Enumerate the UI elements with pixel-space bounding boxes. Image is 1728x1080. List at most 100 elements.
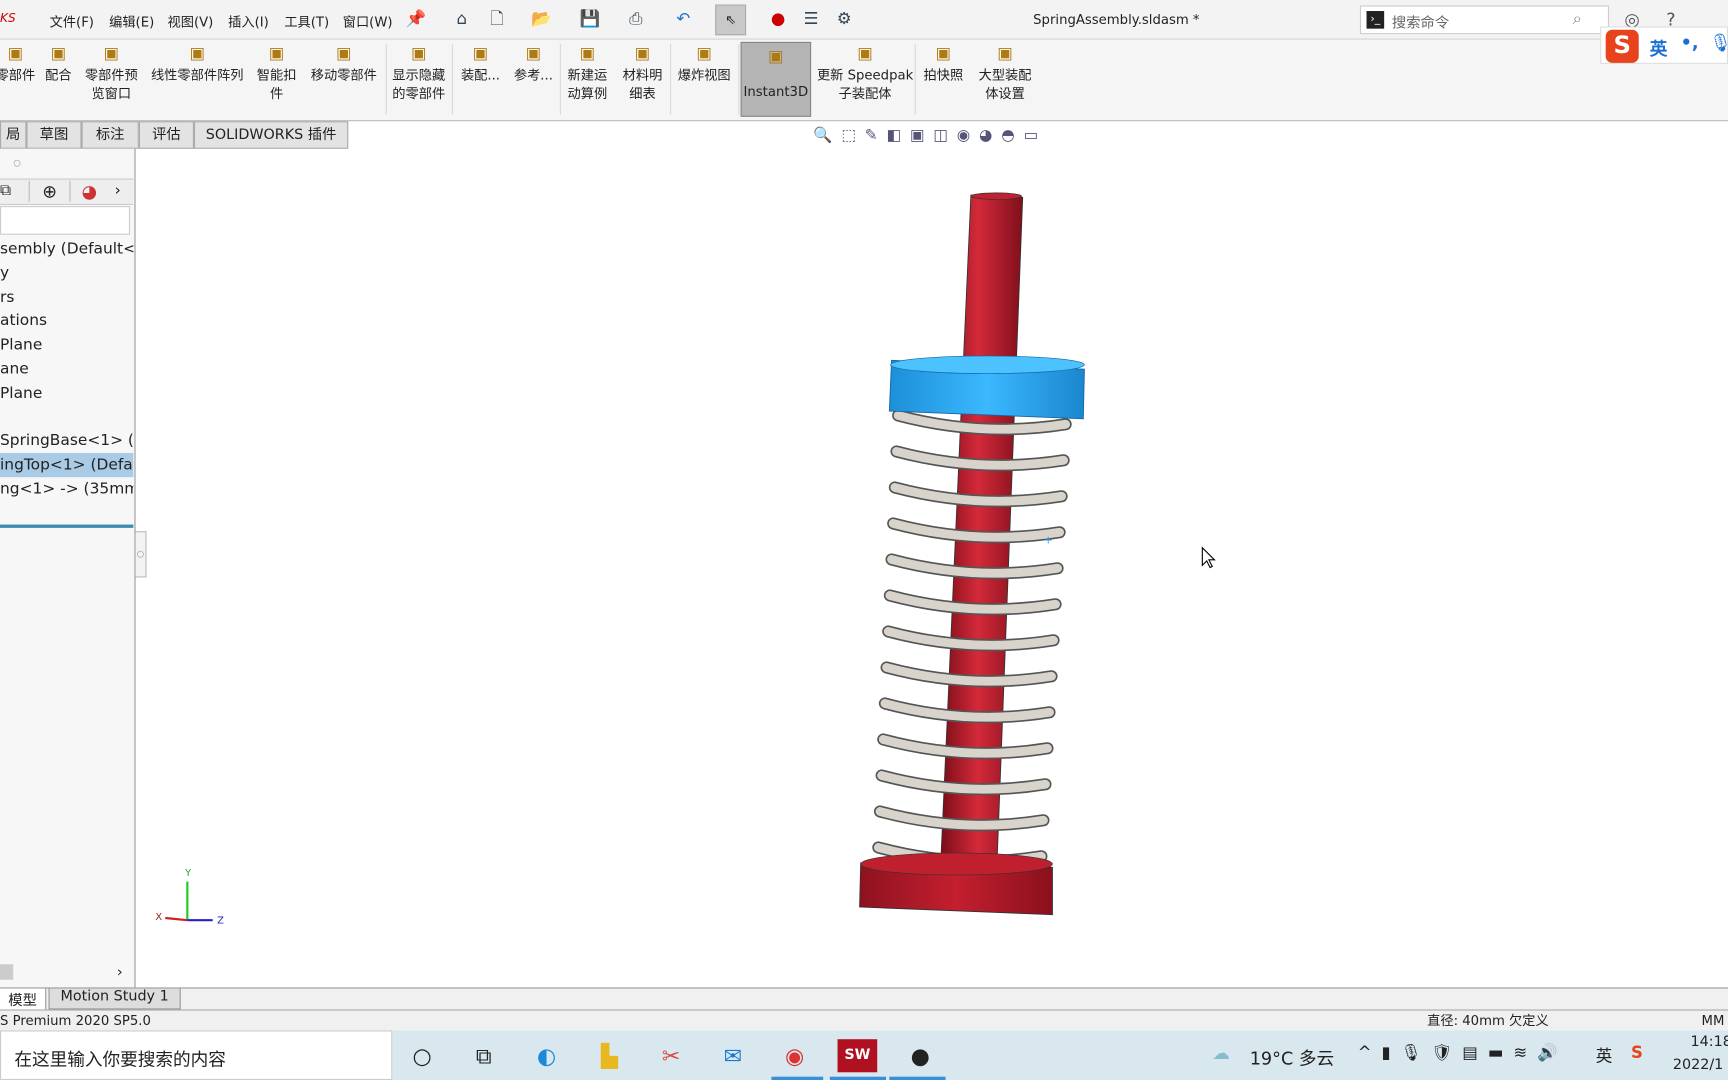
- horizontal-scrollbar[interactable]: [0, 964, 14, 980]
- tray-ime[interactable]: 英: [1596, 1044, 1613, 1067]
- bom-icon: ▣: [634, 42, 651, 63]
- tab-motion-study-1[interactable]: Motion Study 1: [48, 988, 181, 1010]
- ribbon-camera-button[interactable]: ▣ 拍快照: [921, 40, 965, 119]
- heads-up-view-toolbar[interactable]: 🔍⬚✎◧▣◫◉◕◓▭: [813, 127, 1047, 145]
- tree-item[interactable]: sembly (Default<D: [0, 237, 133, 261]
- ime-toolbar[interactable]: S 英 •, 🎙: [1600, 26, 1728, 64]
- config-manager-icon[interactable]: ⧉: [0, 182, 26, 200]
- edit-appearance-icon[interactable]: ◕: [979, 127, 1001, 145]
- ribbon-label: 配合: [45, 67, 72, 83]
- chrome-icon[interactable]: ◉: [778, 1039, 811, 1072]
- ribbon-linear-pattern-button[interactable]: ▣ 线性零部件阵列: [145, 40, 249, 119]
- tree-item[interactable]: ane: [0, 357, 133, 381]
- taskbar-search-input[interactable]: 在这里输入你要搜索的内容: [14, 1045, 226, 1071]
- zoom-area-icon[interactable]: ⬚: [841, 127, 864, 145]
- ribbon-instant3d-button[interactable]: ▣ Instant3D: [740, 41, 812, 117]
- view-settings-monitor-icon[interactable]: ▭: [1024, 127, 1047, 145]
- assembly-features-icon: ▣: [472, 42, 489, 63]
- tab-model[interactable]: 模型: [0, 988, 47, 1010]
- command-search[interactable]: ›_ 搜索命令 ⌕: [1359, 5, 1609, 35]
- reference-geometry-icon: ▣: [525, 42, 542, 63]
- tab-sketch[interactable]: 草图: [26, 121, 82, 149]
- tree-item[interactable]: ingTop<1> (Defau: [0, 453, 134, 478]
- ribbon-label: 零部件预 览窗口: [84, 67, 138, 102]
- tree-item[interactable]: y: [0, 261, 133, 285]
- ribbon-move-component-button[interactable]: ▣ 移动零部件: [306, 40, 381, 119]
- ribbon-motion-study-button[interactable]: ▣ 新建运 动算例: [562, 40, 613, 119]
- ribbon-paperclip-mate-button[interactable]: ▣ 配合: [40, 40, 77, 119]
- hide-show-icon[interactable]: ◉: [957, 127, 979, 145]
- file-explorer-icon[interactable]: ▙: [593, 1039, 626, 1072]
- ribbon-show-hidden-button[interactable]: ▣ 显示隐藏 的零部件: [386, 40, 452, 119]
- smart-fastener-icon: ▣: [268, 42, 285, 63]
- svg-text:Y: Y: [184, 868, 192, 879]
- ribbon-exploded-view-button[interactable]: ▣ 爆炸视图: [672, 40, 736, 119]
- ribbon-label: 爆炸视图: [677, 67, 731, 83]
- tree-item[interactable]: SpringBase<1> (De: [0, 429, 133, 453]
- tree-item[interactable]: Plane: [0, 333, 133, 357]
- tab-evaluate[interactable]: 评估: [138, 121, 194, 149]
- search-input[interactable]: 搜索命令: [1392, 11, 1449, 32]
- solidworks-taskbar-icon[interactable]: SW: [837, 1039, 878, 1073]
- ribbon-label: 参考...: [513, 67, 553, 83]
- weather-text[interactable]: 19°C 多云: [1250, 1044, 1334, 1070]
- command-tabs: 局 草图 标注 评估 SOLIDWORKS 插件: [0, 121, 349, 149]
- ime-mode[interactable]: 英: [1650, 34, 1668, 60]
- units-label[interactable]: MM: [1702, 1011, 1725, 1032]
- section-view-icon[interactable]: ◧: [886, 127, 909, 145]
- task-view-icon[interactable]: ⧉: [467, 1039, 500, 1072]
- tree-item[interactable]: ng<1> -> (35mm: [0, 477, 133, 501]
- display-manager-icon[interactable]: ◕: [73, 181, 106, 202]
- tree-item[interactable]: Plane: [0, 381, 133, 405]
- sogou-tray-icon[interactable]: S: [1631, 1043, 1643, 1063]
- ime-punct[interactable]: •,: [1681, 32, 1699, 53]
- terminal-icon: ›_: [1366, 11, 1385, 29]
- tree-item[interactable]: ations: [0, 309, 133, 333]
- ribbon-label: 大型装配 体设置: [978, 67, 1032, 102]
- zoom-to-fit-icon[interactable]: 🔍: [813, 127, 841, 145]
- panel-splitter[interactable]: [0, 524, 134, 528]
- edge-icon[interactable]: ◐: [530, 1039, 563, 1072]
- panel-handle[interactable]: ○: [13, 158, 21, 168]
- previous-view-icon[interactable]: ✎: [865, 127, 887, 145]
- ribbon-label: 新建运 动算例: [567, 67, 608, 102]
- microphone-icon[interactable]: 🎙: [1709, 32, 1728, 53]
- ribbon-preview-window-button[interactable]: ▣ 零部件预 览窗口: [79, 40, 143, 119]
- ribbon-insert-component-button[interactable]: ▣ 零部件: [0, 40, 37, 119]
- clock-date[interactable]: 2022/1: [1673, 1057, 1723, 1074]
- clock-time[interactable]: 14:18: [1691, 1034, 1728, 1051]
- view-orientation-icon[interactable]: ▣: [910, 127, 933, 145]
- tab-markup[interactable]: 标注: [81, 121, 139, 149]
- ribbon-speedpak-button[interactable]: ▣ 更新 Speedpak 子装配体: [816, 40, 915, 119]
- ribbon-reference-geometry-button[interactable]: ▣ 参考...: [509, 40, 557, 119]
- ribbon-smart-fastener-button[interactable]: ▣ 智能扣 件: [251, 40, 302, 119]
- graphics-area[interactable]: + Y Z X: [136, 149, 1728, 988]
- obs-icon[interactable]: ●: [904, 1039, 937, 1072]
- ribbon-bom-button[interactable]: ▣ 材料明 细表: [617, 40, 668, 119]
- status-info: 直径: 40mm 欠定义: [1427, 1012, 1549, 1029]
- coordinate-triad: Y Z X: [155, 868, 224, 926]
- ribbon-label: 拍快照: [923, 67, 964, 83]
- taskbar-search[interactable]: 在这里输入你要搜索的内容: [0, 1030, 393, 1080]
- tree-filter-input[interactable]: [0, 206, 131, 235]
- scene-icon[interactable]: ◓: [1001, 127, 1023, 145]
- search-icon[interactable]: ⌕: [1573, 9, 1582, 29]
- ribbon-assembly-features-button[interactable]: ▣ 装配...: [456, 40, 504, 119]
- tab-layout[interactable]: 局: [0, 121, 27, 149]
- mail-icon[interactable]: ✉: [716, 1039, 749, 1072]
- tree-item[interactable]: rs: [0, 285, 133, 309]
- dimxpert-crosshair-icon[interactable]: ⊕: [28, 180, 71, 202]
- ribbon-large-assembly-button[interactable]: ▣ 大型装配 体设置: [974, 40, 1036, 119]
- command-manager: ▣ 零部件 ▣ 配合 ▣ 零部件预 览窗口 ▣ 线性零部件阵列 ▣ 智能扣 件 ▣ 移动零部件 ▣ 显示隐…: [0, 39, 1728, 122]
- ribbon-label: 智能扣 件: [256, 67, 297, 102]
- tree-item[interactable]: [0, 405, 133, 429]
- linear-pattern-icon: ▣: [189, 42, 206, 63]
- tab-solidworks-addins[interactable]: SOLIDWORKS 插件: [193, 121, 349, 149]
- chevron-right-icon[interactable]: ›: [115, 182, 121, 200]
- cortana-icon[interactable]: ○: [406, 1039, 439, 1072]
- display-style-icon[interactable]: ◫: [933, 127, 956, 145]
- move-component-icon: ▣: [336, 42, 352, 63]
- system-tray-icons[interactable]: ^▮🎙🛡▤▬≋🔊: [1358, 1043, 1568, 1063]
- snipping-tool-icon[interactable]: ✂: [655, 1039, 688, 1072]
- scroll-right-icon[interactable]: ›: [117, 964, 123, 981]
